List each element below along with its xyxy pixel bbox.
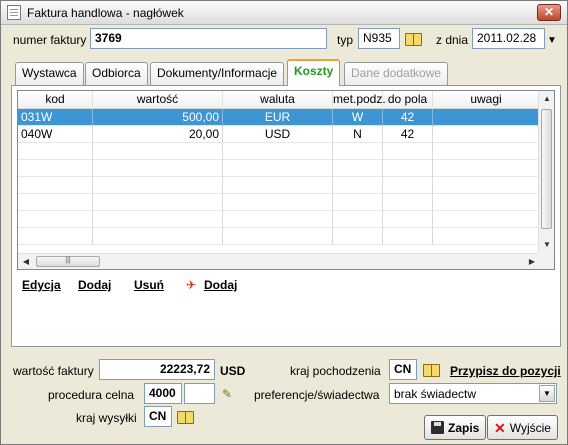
dispatch-country-label: kraj wysyłki bbox=[76, 411, 137, 425]
procedure-extra-field[interactable] bbox=[184, 383, 215, 404]
column-header[interactable]: kod bbox=[18, 91, 93, 109]
edit-link[interactable]: Edycja bbox=[22, 278, 61, 292]
origin-country-label: kraj pochodzenia bbox=[290, 364, 381, 378]
invoice-number-field[interactable]: 3769 bbox=[90, 28, 327, 49]
preferences-value: brak świadectw bbox=[394, 387, 477, 401]
column-header[interactable]: met.podz. bbox=[333, 91, 386, 109]
tab-odbiorca[interactable]: Odbiorca bbox=[85, 62, 148, 85]
empty-row bbox=[18, 143, 540, 160]
floppy-disk-icon bbox=[431, 421, 444, 434]
preferences-label: preferencje/świadectwa bbox=[254, 388, 380, 402]
table-row[interactable]: 040W 20,00 USD N 42 bbox=[18, 126, 540, 143]
table-row[interactable]: 031W 500,00 EUR W 42 bbox=[18, 109, 540, 126]
grid-header: kod wartość waluta met.podz. do pola uwa… bbox=[18, 91, 540, 109]
assign-to-item-link[interactable]: Przypisz do pozycji bbox=[450, 364, 561, 378]
invoice-number-label: numer faktury bbox=[13, 33, 87, 47]
horizontal-scroll-thumb[interactable]: ||| bbox=[36, 256, 100, 267]
add-with-plane-link[interactable]: Dodaj bbox=[204, 278, 237, 292]
cell-waluta: EUR bbox=[223, 109, 333, 126]
origin-country-field[interactable]: CN bbox=[389, 359, 417, 380]
cell-pole: 42 bbox=[383, 109, 433, 126]
empty-row bbox=[18, 228, 540, 245]
title-bar: Faktura handlowa - nagłówek ✕ bbox=[1, 1, 567, 25]
scroll-left-icon[interactable]: ◀ bbox=[18, 254, 34, 269]
scroll-up-icon[interactable]: ▲ bbox=[539, 91, 554, 107]
document-icon bbox=[7, 5, 21, 20]
vertical-scroll-thumb[interactable] bbox=[541, 109, 552, 229]
dispatch-country-field[interactable]: CN bbox=[144, 406, 172, 427]
column-header[interactable]: uwagi bbox=[433, 91, 540, 109]
cell-wartosc: 500,00 bbox=[93, 109, 223, 126]
tab-koszty[interactable]: Koszty bbox=[287, 59, 341, 86]
type-field[interactable]: N935 bbox=[358, 28, 400, 49]
type-label: typ bbox=[337, 33, 354, 47]
cell-kod: 040W bbox=[18, 126, 93, 143]
empty-row bbox=[18, 177, 540, 194]
remove-link[interactable]: Usuń bbox=[134, 278, 164, 292]
procedure-field[interactable]: 4000 bbox=[144, 383, 182, 404]
cell-met: W bbox=[333, 109, 383, 126]
vertical-scrollbar[interactable]: ▲ ▼ bbox=[538, 91, 554, 253]
column-header[interactable]: do pola bbox=[383, 91, 433, 109]
exit-button[interactable]: ✕ Wyjście bbox=[487, 415, 558, 440]
cell-wartosc: 20,00 bbox=[93, 126, 223, 143]
cell-kod: 031W bbox=[18, 109, 93, 126]
cell-pole: 42 bbox=[383, 126, 433, 143]
column-header[interactable]: wartość bbox=[93, 91, 223, 109]
date-dropdown-icon[interactable]: ▼ bbox=[547, 35, 557, 46]
costs-grid[interactable]: kod wartość waluta met.podz. do pola uwa… bbox=[17, 90, 555, 270]
add-link[interactable]: Dodaj bbox=[78, 278, 111, 292]
cell-met: N bbox=[333, 126, 383, 143]
date-label: z dnia bbox=[436, 33, 469, 47]
tab-wystawca[interactable]: Wystawca bbox=[15, 62, 84, 85]
close-button[interactable]: ✕ bbox=[537, 4, 561, 21]
scroll-corner bbox=[538, 253, 554, 269]
scroll-down-icon[interactable]: ▼ bbox=[539, 237, 554, 253]
horizontal-scrollbar[interactable]: ◀ ||| ▶ bbox=[18, 253, 540, 269]
invoice-value-label: wartość faktury bbox=[13, 364, 94, 378]
invoice-value-field[interactable]: 22223,72 bbox=[99, 359, 215, 380]
cell-uwagi bbox=[433, 109, 540, 126]
cell-waluta: USD bbox=[223, 126, 333, 143]
preferences-select[interactable]: brak świadectw ▼ bbox=[389, 383, 557, 404]
exit-button-label: Wyjście bbox=[509, 420, 551, 435]
currency-label: USD bbox=[220, 364, 246, 378]
cell-uwagi bbox=[433, 126, 540, 143]
tab-dane-dodatkowe: Dane dodatkowe bbox=[344, 62, 449, 85]
airplane-icon[interactable]: ✈ bbox=[186, 278, 196, 292]
empty-row bbox=[18, 211, 540, 228]
invoice-header-window: Faktura handlowa - nagłówek ✕ numer fakt… bbox=[0, 0, 568, 445]
window-title: Faktura handlowa - nagłówek bbox=[27, 6, 184, 20]
book-icon[interactable] bbox=[405, 32, 422, 46]
book-icon[interactable] bbox=[423, 363, 440, 377]
close-icon: ✕ bbox=[494, 419, 506, 436]
pencil-icon[interactable]: ✎ bbox=[222, 387, 234, 401]
book-icon[interactable] bbox=[177, 410, 194, 424]
empty-row bbox=[18, 160, 540, 177]
date-field[interactable]: 2011.02.28 bbox=[472, 28, 545, 49]
tab-dokumenty[interactable]: Dokumenty/Informacje bbox=[150, 62, 285, 85]
empty-row bbox=[18, 194, 540, 211]
chevron-down-icon[interactable]: ▼ bbox=[539, 385, 555, 402]
save-button-label: Zapis bbox=[448, 420, 480, 435]
procedure-label: procedura celna bbox=[48, 388, 135, 402]
column-header[interactable]: waluta bbox=[223, 91, 333, 109]
save-button[interactable]: Zapis bbox=[424, 415, 487, 440]
